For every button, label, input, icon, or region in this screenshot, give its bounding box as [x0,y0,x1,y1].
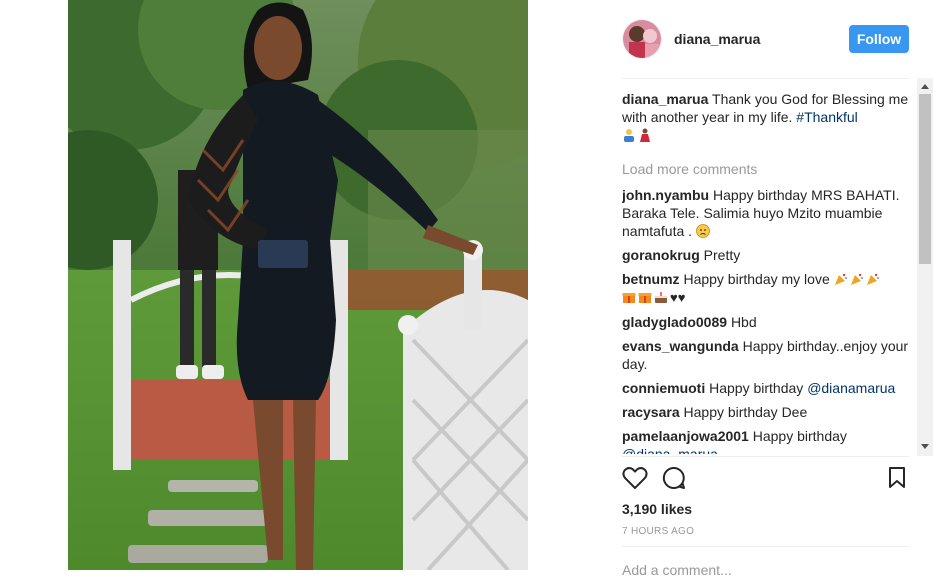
comment-username[interactable]: racysara [622,404,680,420]
comment-item: goranokrug Pretty [622,246,912,264]
follow-button[interactable]: Follow [849,25,909,53]
party-popper-icon [834,273,847,285]
comment-text: Pretty [703,247,741,263]
comment-item: conniemuoti Happy birthday @dianamarua [622,379,912,397]
comment-item: pamelaanjowa2001 Happy birthday @diana_m… [622,427,912,454]
praying-person-icon [624,129,634,142]
caption-emojis [622,126,912,144]
post-photo[interactable] [68,0,528,570]
post-actions [622,466,909,492]
dancer-icon [640,128,650,142]
comment-text: Happy birthday my love [683,271,830,287]
heart-icon[interactable] [622,466,648,490]
comment-item: betnumz Happy birthday my love ♥♥ [622,270,912,307]
avatar[interactable] [622,19,662,59]
comment-item: gladyglado0089 Hbd [622,313,912,331]
comment-username[interactable]: conniemuoti [622,380,705,396]
comment-username[interactable]: goranokrug [622,247,700,263]
caption: diana_marua Thank you God for Blessing m… [622,90,912,144]
party-popper-icon [866,273,879,285]
load-more-comments[interactable]: Load more comments [622,160,912,178]
comment-username[interactable]: pamelaanjowa2001 [622,428,749,444]
comment-text: Happy birthday [709,380,804,396]
likes-count[interactable]: 3,190 likes [622,501,692,517]
comment-item: evans_wangunda Happy birthday..enjoy you… [622,337,912,373]
comment-username[interactable]: betnumz [622,271,680,287]
speech-bubble-icon[interactable] [662,466,686,490]
comment-divider [622,546,909,547]
gift-icon [638,293,652,303]
comment-text: Happy birthday [752,428,847,444]
comment-username[interactable]: john.nyambu [622,187,709,203]
comment-text: Happy birthday Dee [683,404,808,420]
caption-username[interactable]: diana_marua [622,91,708,107]
comment-username[interactable]: gladyglado0089 [622,314,727,330]
party-popper-icon [850,273,863,285]
avatar-image [623,20,661,58]
comment-emojis: ♥♥ [622,288,912,307]
comment-text: Hbd [730,314,757,330]
scroll-down-arrow-icon[interactable] [921,444,929,449]
post-header [622,18,662,60]
comment-item: racysara Happy birthday Dee [622,403,912,421]
scroll-up-arrow-icon[interactable] [921,84,929,89]
comments-list: diana_marua Thank you God for Blessing m… [622,90,912,454]
gift-icon [622,293,636,303]
black-heart-icon: ♥♥ [670,290,686,305]
comment-username[interactable]: evans_wangunda [622,338,739,354]
bookmark-icon[interactable] [888,467,906,489]
header-divider [622,78,909,79]
actions-divider [622,456,909,457]
sad-face-icon [696,224,710,238]
scrollbar-thumb[interactable] [919,94,931,264]
cake-icon [655,292,667,303]
hashtag-link[interactable]: #Thankful [796,109,857,125]
post-username[interactable]: diana_marua [674,31,760,47]
add-comment-input[interactable]: Add a comment... [622,562,732,578]
comment-item: john.nyambu Happy birthday MRS BAHATI. B… [622,186,912,240]
page-margin [0,0,68,570]
post-timestamp[interactable]: 7 HOURS AGO [622,526,694,537]
mention-link[interactable]: @diana_marua [622,446,718,454]
mention-link[interactable]: @dianamarua [807,380,895,396]
post-image [68,0,528,570]
